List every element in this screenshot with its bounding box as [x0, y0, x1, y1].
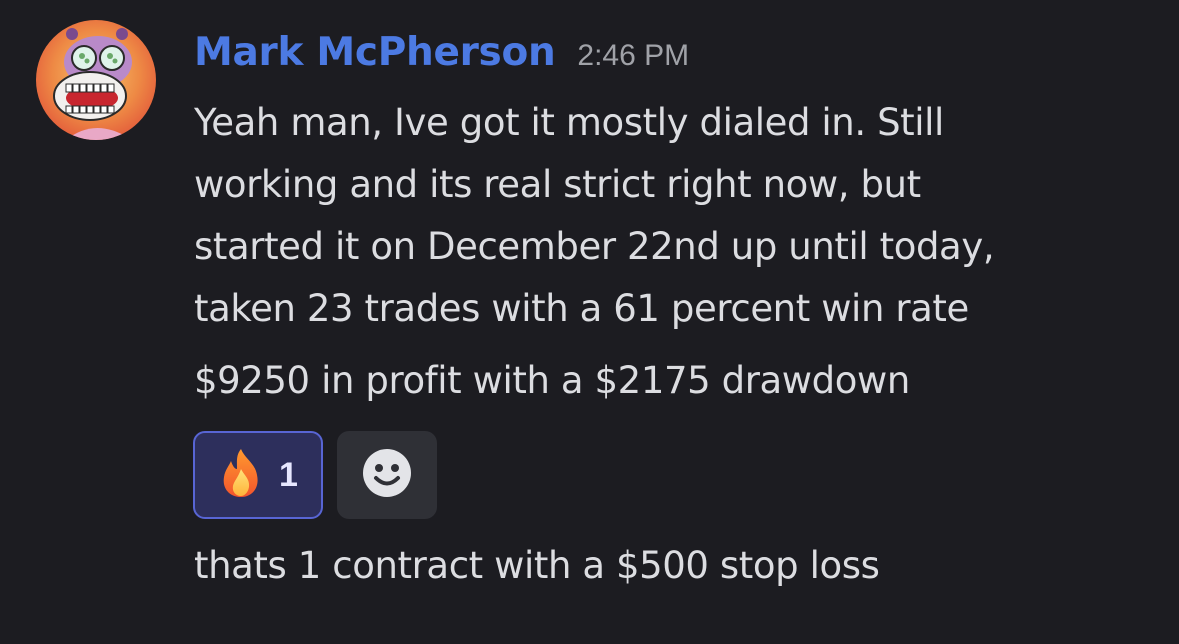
message-line: started it on December 22nd up until tod…	[194, 225, 995, 268]
author-name[interactable]: Mark McPherson	[194, 30, 556, 75]
smiley-icon	[361, 447, 413, 503]
message-line: working and its real strict right now, b…	[194, 163, 921, 206]
fire-emoji-icon	[219, 447, 263, 503]
add-reaction-button[interactable]	[337, 431, 437, 519]
followup-message: thats 1 contract with a $500 stop loss	[194, 544, 880, 587]
reaction-count: 1	[279, 455, 298, 494]
message-body: Yeah man, Ive got it mostly dialed in. S…	[194, 92, 1154, 412]
message-line: taken 23 trades with a 61 percent win ra…	[194, 287, 969, 330]
message-line: Yeah man, Ive got it mostly dialed in. S…	[194, 101, 944, 144]
message-header: Mark McPherson 2:46 PM	[194, 30, 689, 80]
timestamp: 2:46 PM	[577, 39, 690, 72]
chat-message: Mark McPherson 2:46 PM Yeah man, Ive got…	[0, 0, 1179, 644]
reactions-bar: 1	[193, 431, 437, 519]
reaction-fire[interactable]: 1	[193, 431, 323, 519]
cartoon-avatar-icon	[36, 20, 156, 140]
avatar[interactable]	[36, 20, 156, 140]
message-line: $9250 in profit with a $2175 drawdown	[194, 359, 910, 402]
